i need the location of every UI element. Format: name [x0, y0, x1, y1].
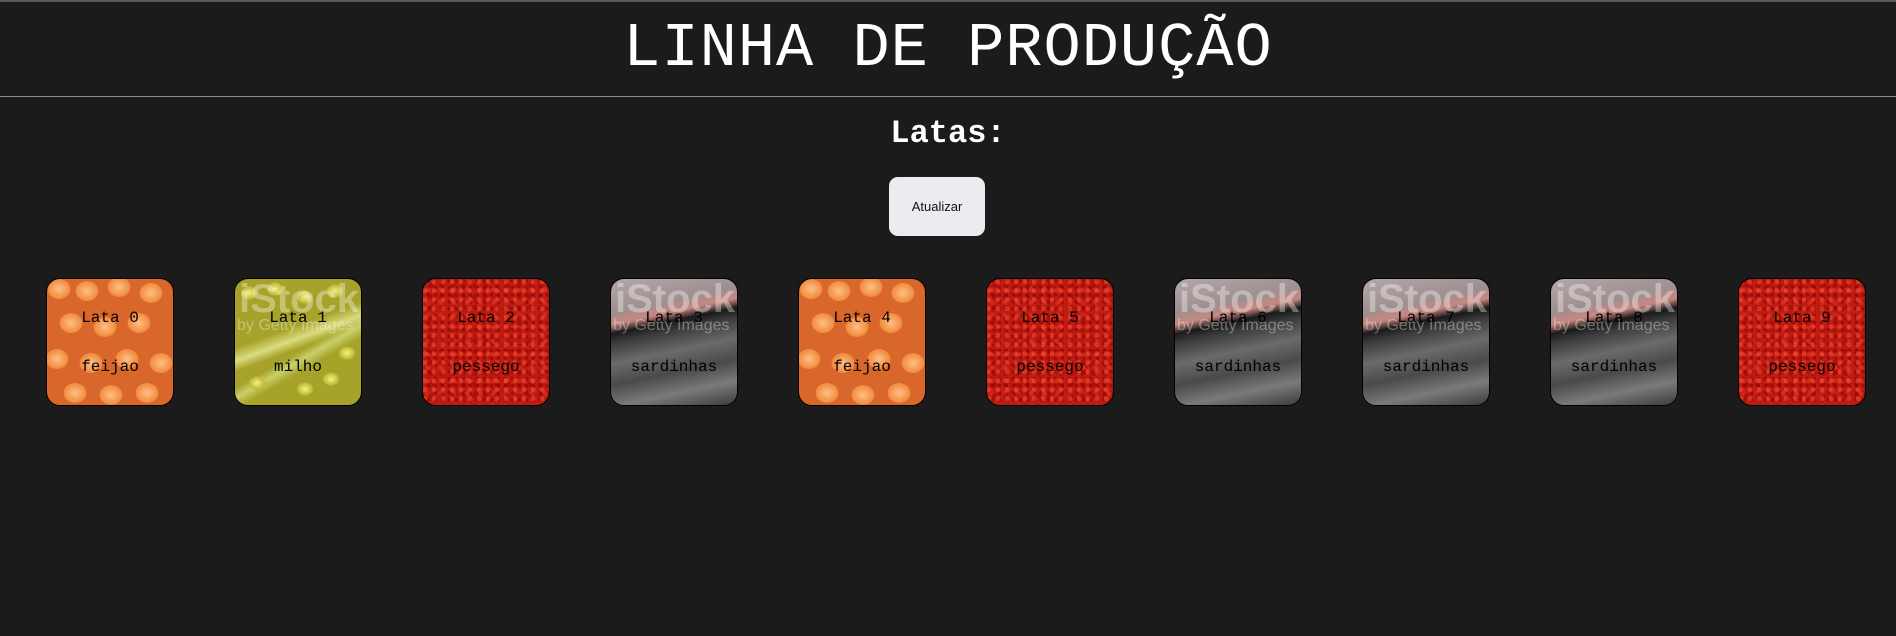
can-item[interactable]: iStock by Getty Images Lata 1 milho	[234, 278, 362, 406]
can-item[interactable]: Lata 2 pessego	[422, 278, 550, 406]
can-name: Lata 4	[833, 309, 891, 327]
can-item[interactable]: Lata 9 pessego	[1738, 278, 1866, 406]
can-name: Lata 8	[1585, 309, 1643, 327]
can-name: Lata 0	[81, 309, 139, 327]
can-name: Lata 2	[457, 309, 515, 327]
can-name: Lata 7	[1397, 309, 1455, 327]
can-name: Lata 5	[1021, 309, 1079, 327]
page-title: LINHA DE PRODUÇÃO	[623, 13, 1273, 84]
can-item[interactable]: Lata 5 pessego	[986, 278, 1114, 406]
can-type: sardinhas	[1570, 358, 1658, 376]
can-list: Lata 0 feijao iStock by Getty Images Lat…	[0, 278, 1896, 408]
can-type: sardinhas	[1382, 358, 1470, 376]
can-name: Lata 3	[645, 309, 703, 327]
refresh-button[interactable]: Atualizar	[889, 177, 985, 236]
can-item[interactable]: iStock by Getty Images Lata 6 sardinhas	[1174, 278, 1302, 406]
can-item[interactable]: iStock by Getty Images Lata 3 sardinhas	[610, 278, 738, 406]
can-type: feijao	[833, 358, 891, 376]
can-type: sardinhas	[1194, 358, 1282, 376]
can-item[interactable]: iStock by Getty Images Lata 7 sardinhas	[1362, 278, 1490, 406]
can-item[interactable]: Lata 0 feijao	[46, 278, 174, 406]
page-header: LINHA DE PRODUÇÃO	[0, 2, 1896, 97]
can-type: pessego	[1768, 358, 1836, 376]
can-type: milho	[273, 358, 322, 376]
can-type: feijao	[81, 358, 139, 376]
can-name: Lata 1	[269, 309, 327, 327]
can-name: Lata 6	[1209, 309, 1267, 327]
can-type: sardinhas	[630, 358, 718, 376]
section-title: Latas:	[890, 115, 1006, 152]
can-name: Lata 9	[1773, 309, 1831, 327]
can-item[interactable]: iStock by Getty Images Lata 8 sardinhas	[1550, 278, 1678, 406]
can-type: pessego	[1016, 358, 1084, 376]
can-type: pessego	[452, 358, 520, 376]
can-item[interactable]: Lata 4 feijao	[798, 278, 926, 406]
